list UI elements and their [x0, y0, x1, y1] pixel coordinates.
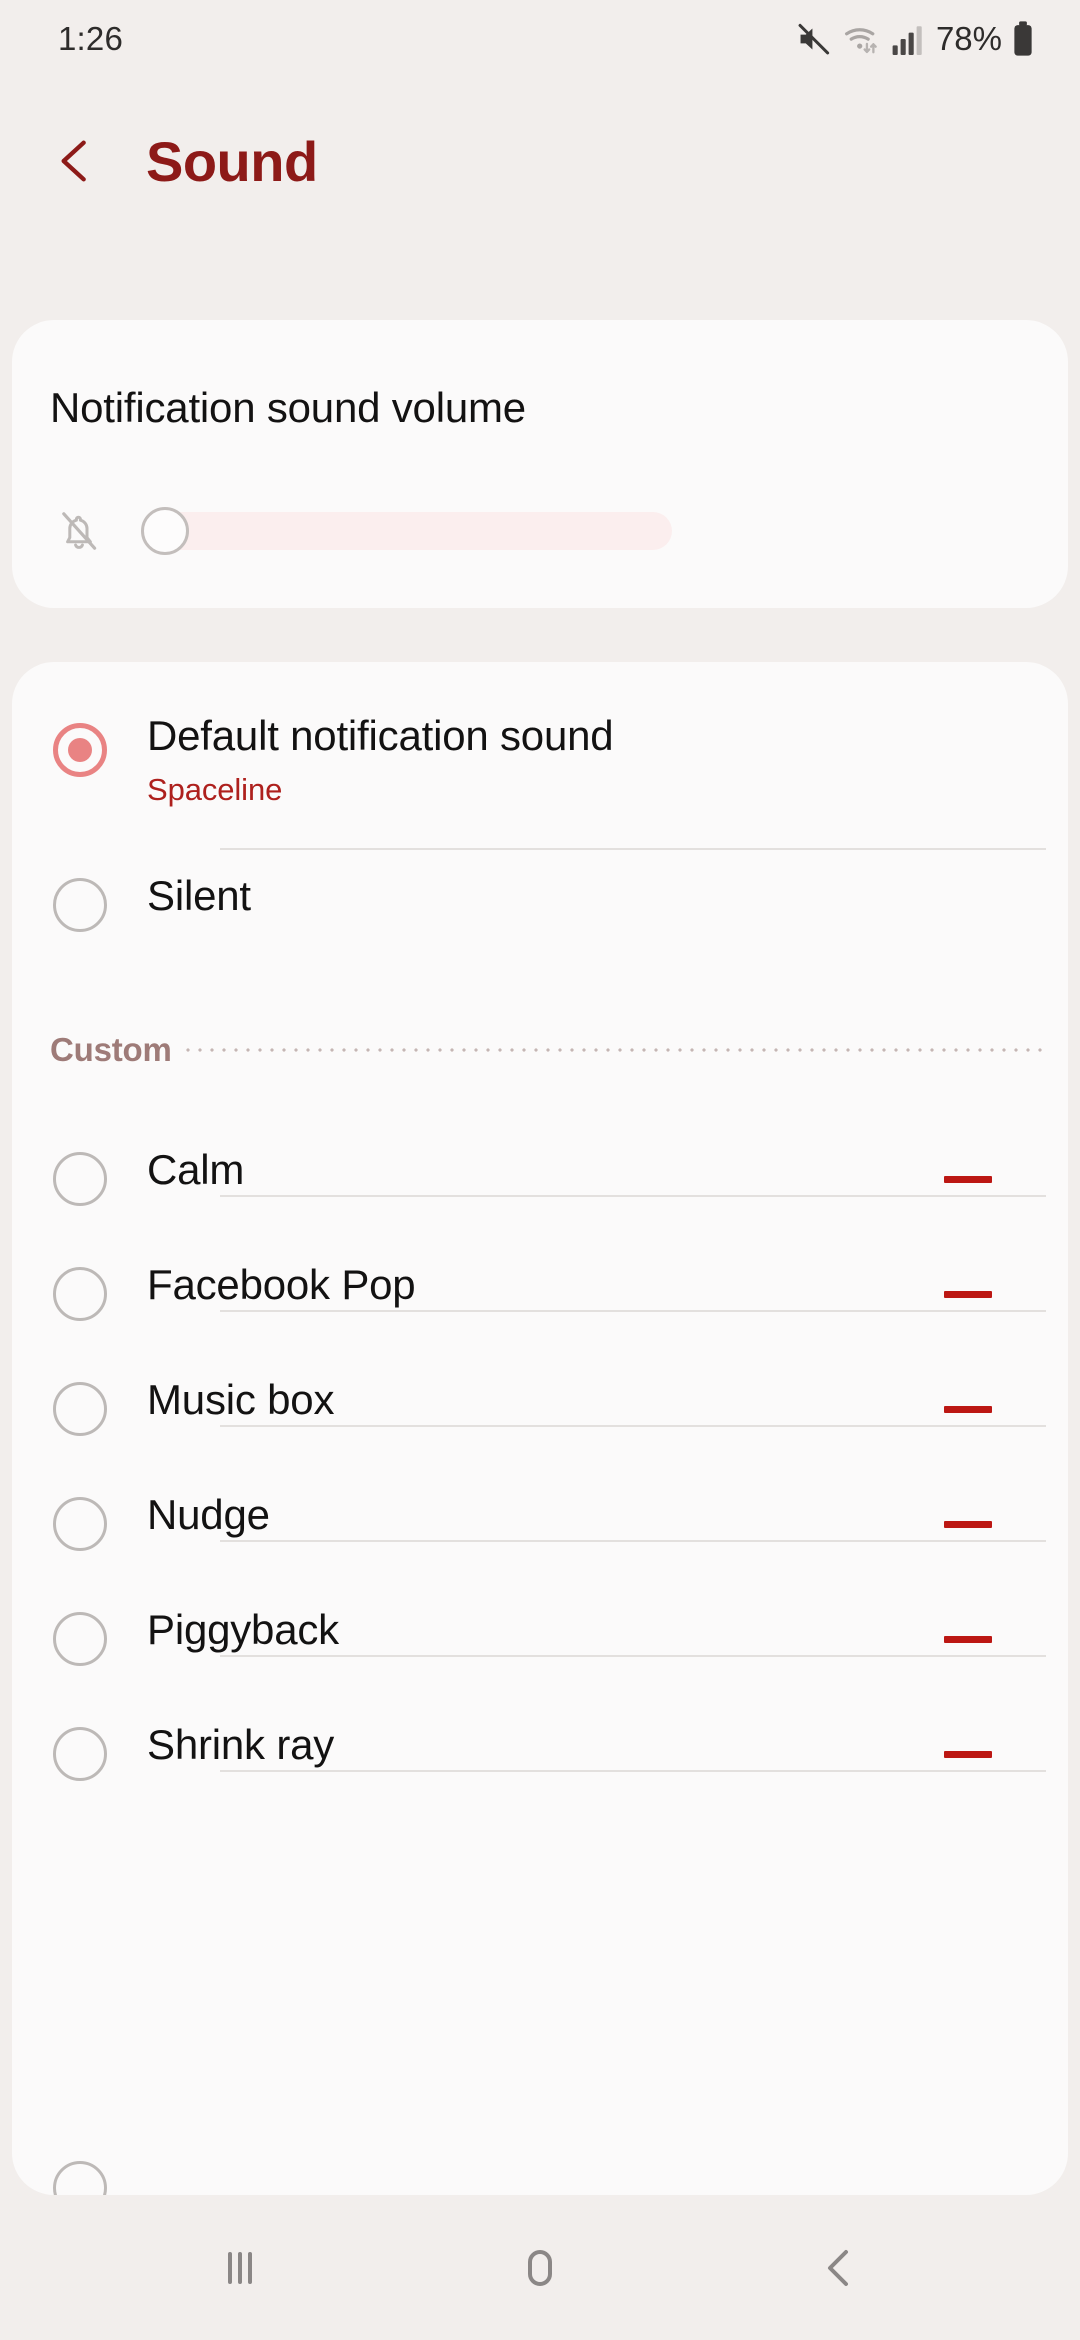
wifi-icon — [842, 20, 882, 58]
cellular-signal-icon — [891, 21, 923, 57]
row-divider — [220, 1195, 1046, 1197]
recents-icon[interactable] — [170, 2222, 310, 2314]
notification-volume-title: Notification sound volume — [50, 384, 526, 431]
list-item-label: Piggyback — [147, 1606, 339, 1653]
sound-list-card: Default notification sound Spaceline Sil… — [12, 662, 1068, 2195]
section-header-custom: Custom — [12, 1022, 1068, 1078]
row-divider — [220, 1540, 1046, 1542]
row-divider — [220, 1425, 1046, 1427]
slider-thumb[interactable] — [141, 507, 189, 555]
notification-volume-card: Notification sound volume — [12, 320, 1068, 608]
back-icon[interactable] — [770, 2222, 910, 2314]
remove-sound-button-music-box[interactable] — [930, 1381, 1006, 1437]
list-item-default-notification-sound[interactable]: Default notification sound Spaceline — [12, 662, 1068, 838]
row-divider — [220, 1310, 1046, 1312]
section-label: Custom — [50, 1031, 172, 1068]
status-bar-icons: 78% — [795, 20, 1034, 58]
list-item-label: Facebook Pop — [147, 1261, 416, 1308]
list-item-silent[interactable]: Silent — [12, 848, 1068, 962]
row-divider — [220, 1655, 1046, 1657]
remove-sound-button-piggyback[interactable] — [930, 1611, 1006, 1667]
battery-icon — [1012, 20, 1034, 58]
radio-music-box[interactable] — [53, 1382, 107, 1436]
slider-track — [148, 512, 672, 550]
list-item-shrink-ray[interactable]: Shrink ray — [12, 1697, 1068, 1811]
radio-facebook-pop[interactable] — [53, 1267, 107, 1321]
list-item-facebook-pop[interactable]: Facebook Pop — [12, 1237, 1068, 1351]
list-item-label: Default notification sound — [147, 712, 614, 759]
bell-muted-icon — [50, 502, 108, 560]
list-item-music-box[interactable]: Music box — [12, 1352, 1068, 1466]
status-bar: 1:26 78% — [0, 0, 1080, 78]
back-chevron-icon[interactable] — [50, 134, 104, 188]
remove-sound-button-nudge[interactable] — [930, 1496, 1006, 1552]
remove-sound-button-calm[interactable] — [930, 1151, 1006, 1207]
radio-next-item-partial[interactable] — [53, 2161, 107, 2195]
list-item-label: Calm — [147, 1146, 245, 1193]
list-item-label: Nudge — [147, 1491, 270, 1538]
list-item-label: Music box — [147, 1376, 335, 1423]
radio-shrink-ray[interactable] — [53, 1727, 107, 1781]
radio-default-notification-sound[interactable] — [53, 723, 107, 777]
section-dotted-divider — [182, 1048, 1046, 1052]
list-item-nudge[interactable]: Nudge — [12, 1467, 1068, 1581]
list-item-piggyback[interactable]: Piggyback — [12, 1582, 1068, 1696]
radio-calm[interactable] — [53, 1152, 107, 1206]
remove-sound-button-facebook-pop[interactable] — [930, 1266, 1006, 1322]
list-item-sublabel: Spaceline — [147, 772, 283, 807]
status-bar-time: 1:26 — [58, 20, 124, 57]
row-divider — [220, 1770, 1046, 1772]
notification-volume-slider[interactable] — [141, 507, 672, 555]
radio-silent[interactable] — [53, 878, 107, 932]
system-navigation-bar — [0, 2195, 1080, 2340]
page-title: Sound — [146, 129, 318, 193]
home-icon[interactable] — [470, 2222, 610, 2314]
app-header: Sound — [0, 106, 1080, 216]
list-item-label: Silent — [147, 872, 251, 919]
list-item-label: Shrink ray — [147, 1721, 335, 1768]
notification-volume-row — [50, 496, 1030, 566]
battery-percentage: 78% — [935, 20, 1002, 57]
remove-sound-button-shrink-ray[interactable] — [930, 1726, 1006, 1782]
list-item-calm[interactable]: Calm — [12, 1122, 1068, 1236]
volume-muted-icon — [795, 20, 833, 58]
radio-nudge[interactable] — [53, 1497, 107, 1551]
radio-piggyback[interactable] — [53, 1612, 107, 1666]
